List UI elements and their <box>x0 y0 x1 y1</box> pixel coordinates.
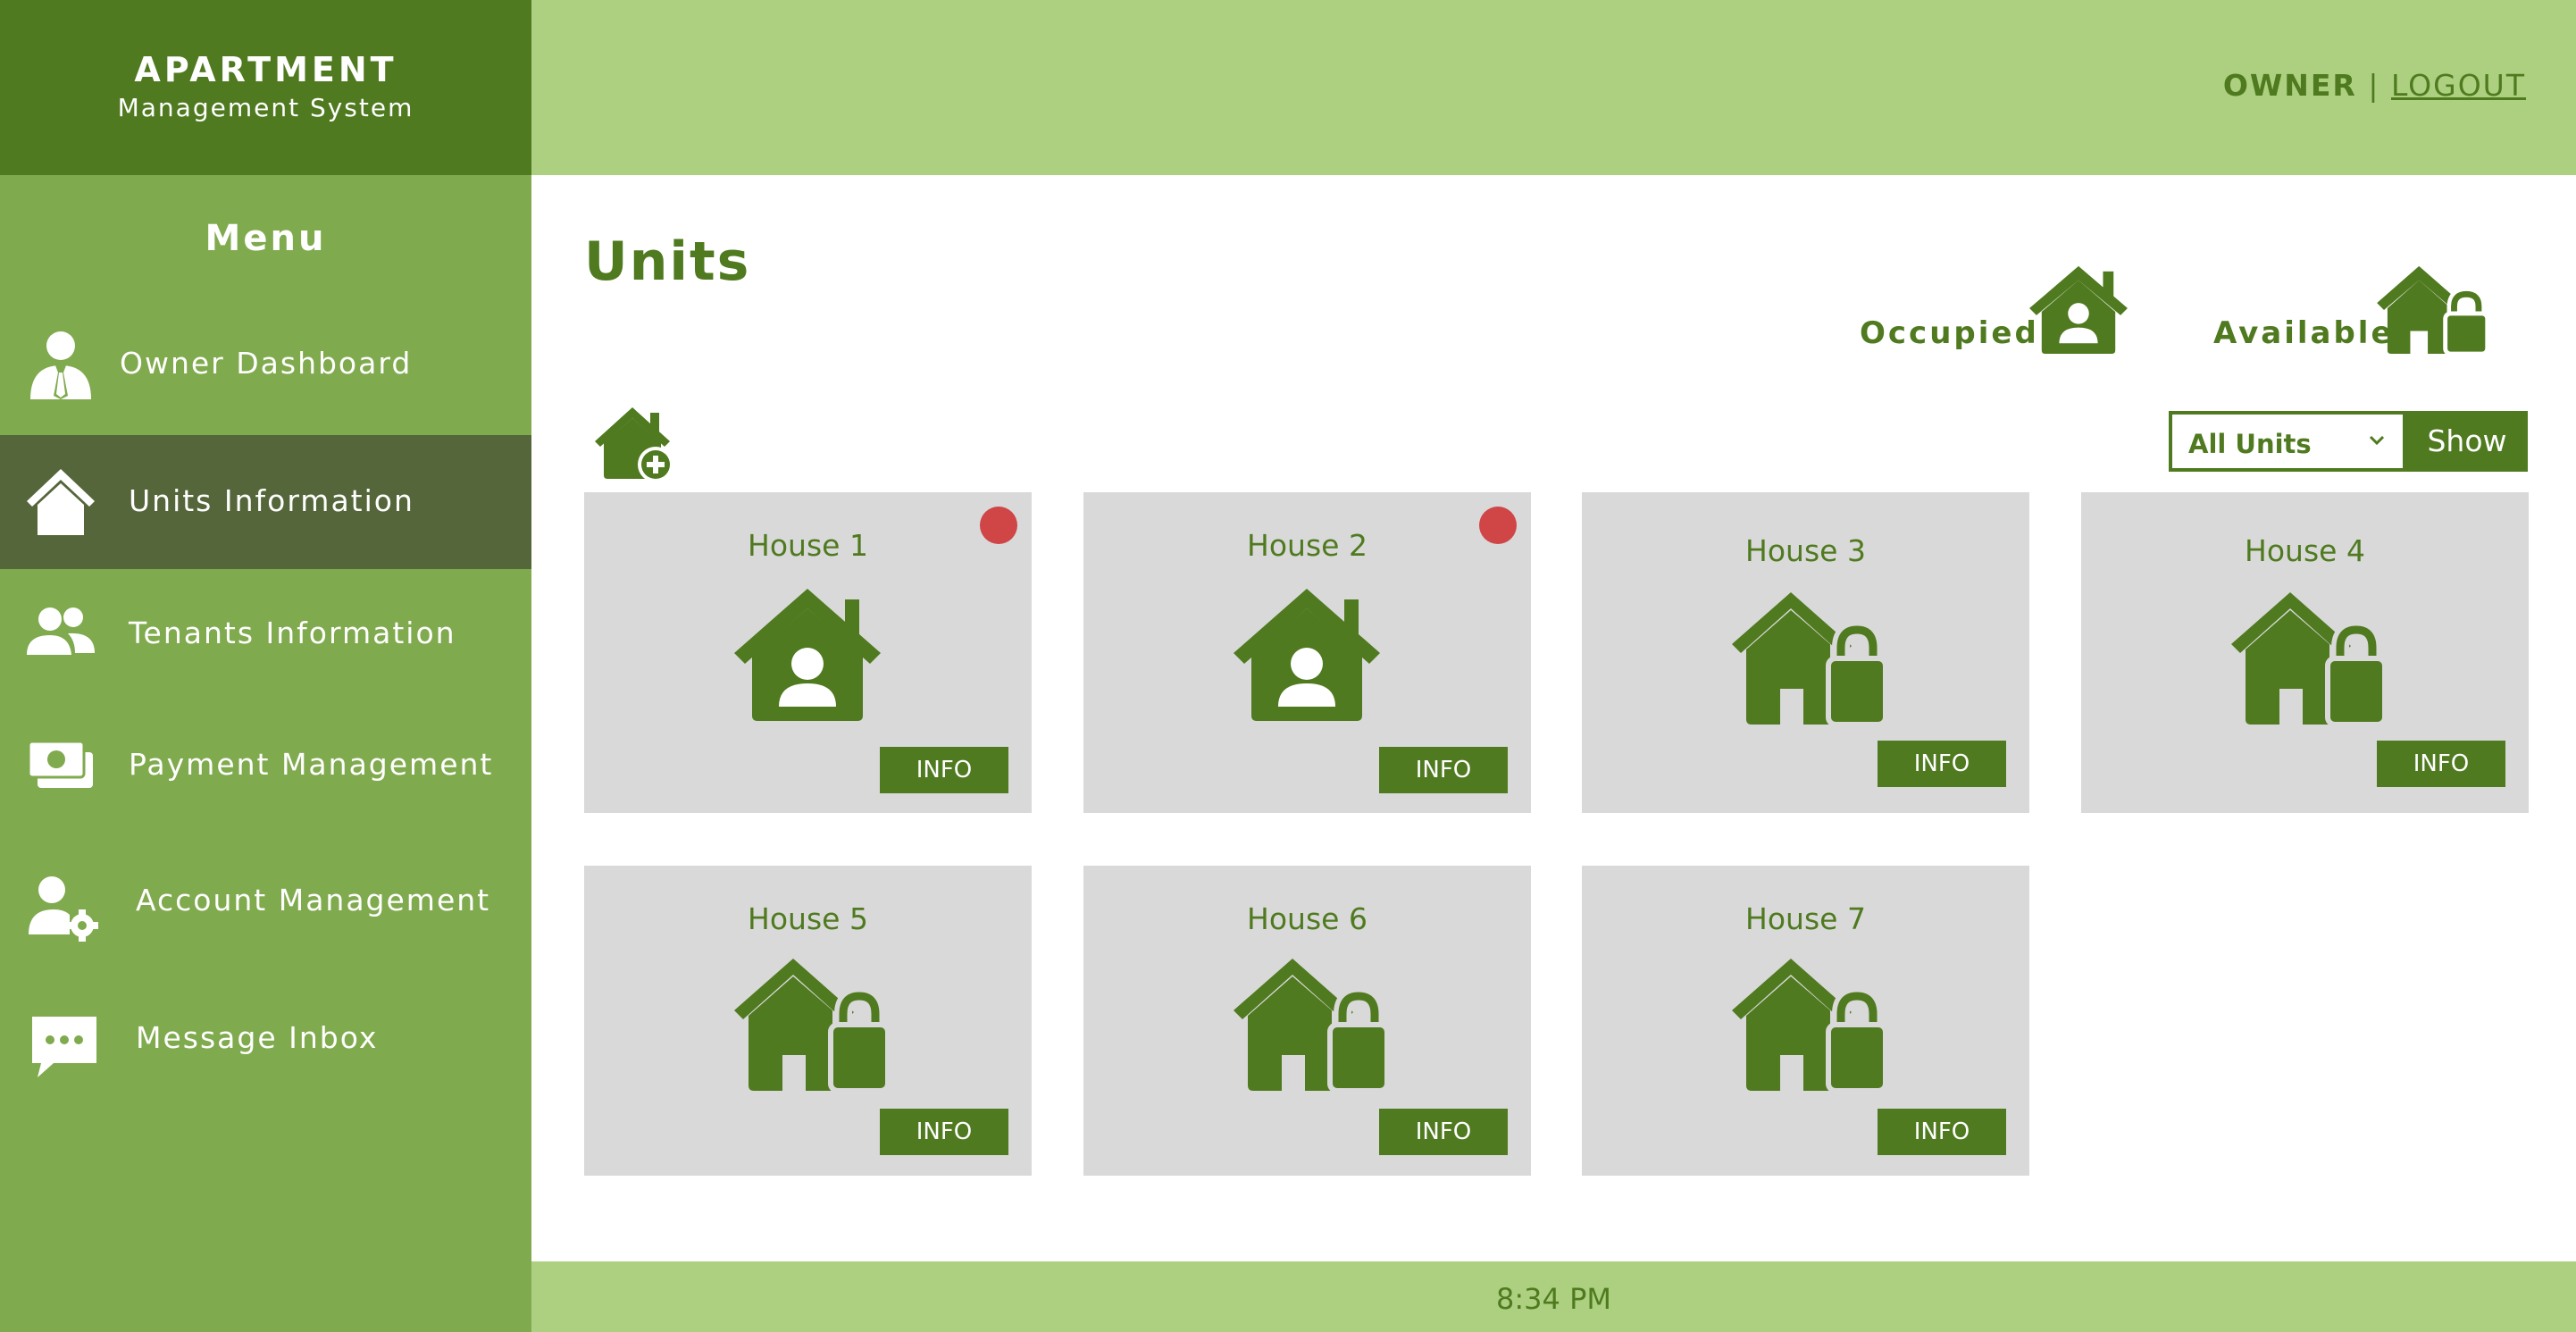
info-button[interactable]: INFO <box>1379 1109 1508 1155</box>
unit-name: House 3 <box>1745 533 1866 568</box>
unit-card[interactable]: House 5 INFO <box>584 866 1032 1176</box>
show-button[interactable]: Show <box>2406 411 2528 472</box>
unit-name: House 1 <box>748 528 868 563</box>
unit-card[interactable]: House 3 INFO <box>1582 492 2029 813</box>
info-button[interactable]: INFO <box>880 1109 1008 1155</box>
sidebar-item-account-management[interactable]: Account Management <box>0 838 531 972</box>
chevron-down-icon <box>2369 435 2385 446</box>
page-title: Units <box>584 230 751 293</box>
house-icon <box>27 469 95 535</box>
sidebar-item-label: Account Management <box>136 883 491 917</box>
brand-title: APARTMENT <box>134 50 397 89</box>
user-role: OWNER <box>2222 68 2357 103</box>
brand-subtitle: Management System <box>117 93 414 122</box>
available-house-icon <box>2377 265 2488 356</box>
unit-name: House 4 <box>2245 533 2365 568</box>
occupied-house-icon <box>2029 265 2128 355</box>
separator: | <box>2356 68 2391 103</box>
sidebar-item-message-inbox[interactable]: Message Inbox <box>0 976 531 1110</box>
available-house-icon <box>734 959 886 1093</box>
info-button[interactable]: INFO <box>1379 747 1508 793</box>
sidebar-item-units-information[interactable]: Units Information <box>0 435 531 569</box>
unit-card[interactable]: House 6 INFO <box>1083 866 1531 1176</box>
status-flag <box>1479 507 1517 544</box>
sidebar-item-tenants-information[interactable]: Tenants Information <box>0 571 531 705</box>
add-unit-icon[interactable] <box>593 404 678 484</box>
info-button[interactable]: INFO <box>880 747 1008 793</box>
available-house-icon <box>1234 959 1385 1093</box>
sidebar-item-label: Message Inbox <box>136 1020 379 1055</box>
sidebar-item-label: Units Information <box>129 483 414 518</box>
unit-card[interactable]: House 4 INFO <box>2081 492 2529 813</box>
available-house-icon <box>2231 592 2383 727</box>
users-icon <box>27 607 95 655</box>
info-button[interactable]: INFO <box>2377 741 2505 787</box>
unit-name: House 5 <box>748 901 868 936</box>
top-header: OWNER | LOGOUT <box>531 0 2576 175</box>
unit-card[interactable]: House 1 INFO <box>584 492 1032 813</box>
message-icon <box>32 1017 96 1077</box>
available-house-icon <box>1732 592 1884 727</box>
legend-occupied-label: Occupied <box>1860 315 2039 351</box>
user-area: OWNER | LOGOUT <box>2223 68 2526 103</box>
unit-filter: All Units Show <box>2169 411 2528 472</box>
unit-filter-select[interactable]: All Units <box>2169 411 2406 472</box>
unit-filter-value: All Units <box>2188 429 2312 459</box>
owner-icon <box>30 331 91 399</box>
brand-panel: APARTMENT Management System <box>0 0 531 175</box>
sidebar-item-owner-dashboard[interactable]: Owner Dashboard <box>0 299 531 433</box>
sidebar-item-label: Payment Management <box>129 747 494 782</box>
unit-card[interactable]: House 2 INFO <box>1083 492 1531 813</box>
user-gear-icon <box>29 876 98 942</box>
unit-name: House 7 <box>1745 901 1866 936</box>
occupied-house-icon <box>1234 589 1380 721</box>
unit-name: House 2 <box>1247 528 1367 563</box>
available-house-icon <box>1732 959 1884 1093</box>
menu-title: Menu <box>205 218 327 259</box>
unit-card[interactable]: House 7 INFO <box>1582 866 2029 1176</box>
info-button[interactable]: INFO <box>1878 741 2006 787</box>
sidebar-item-payment-management[interactable]: Payment Management <box>0 702 531 836</box>
info-button[interactable]: INFO <box>1878 1109 2006 1155</box>
logout-link[interactable]: LOGOUT <box>2391 68 2526 103</box>
status-flag <box>980 507 1017 544</box>
sidebar-item-label: Owner Dashboard <box>120 346 413 381</box>
legend-available-label: Available <box>2213 315 2395 351</box>
footer-bar: 8:34 PM <box>531 1261 2576 1332</box>
occupied-house-icon <box>734 589 881 721</box>
sidebar: Menu Owner Dashboard Units Information T… <box>0 175 531 1332</box>
sidebar-item-label: Tenants Information <box>129 616 456 650</box>
unit-name: House 6 <box>1247 901 1367 936</box>
clock-time: 8:34 PM <box>1496 1282 1611 1316</box>
money-icon <box>27 740 93 788</box>
